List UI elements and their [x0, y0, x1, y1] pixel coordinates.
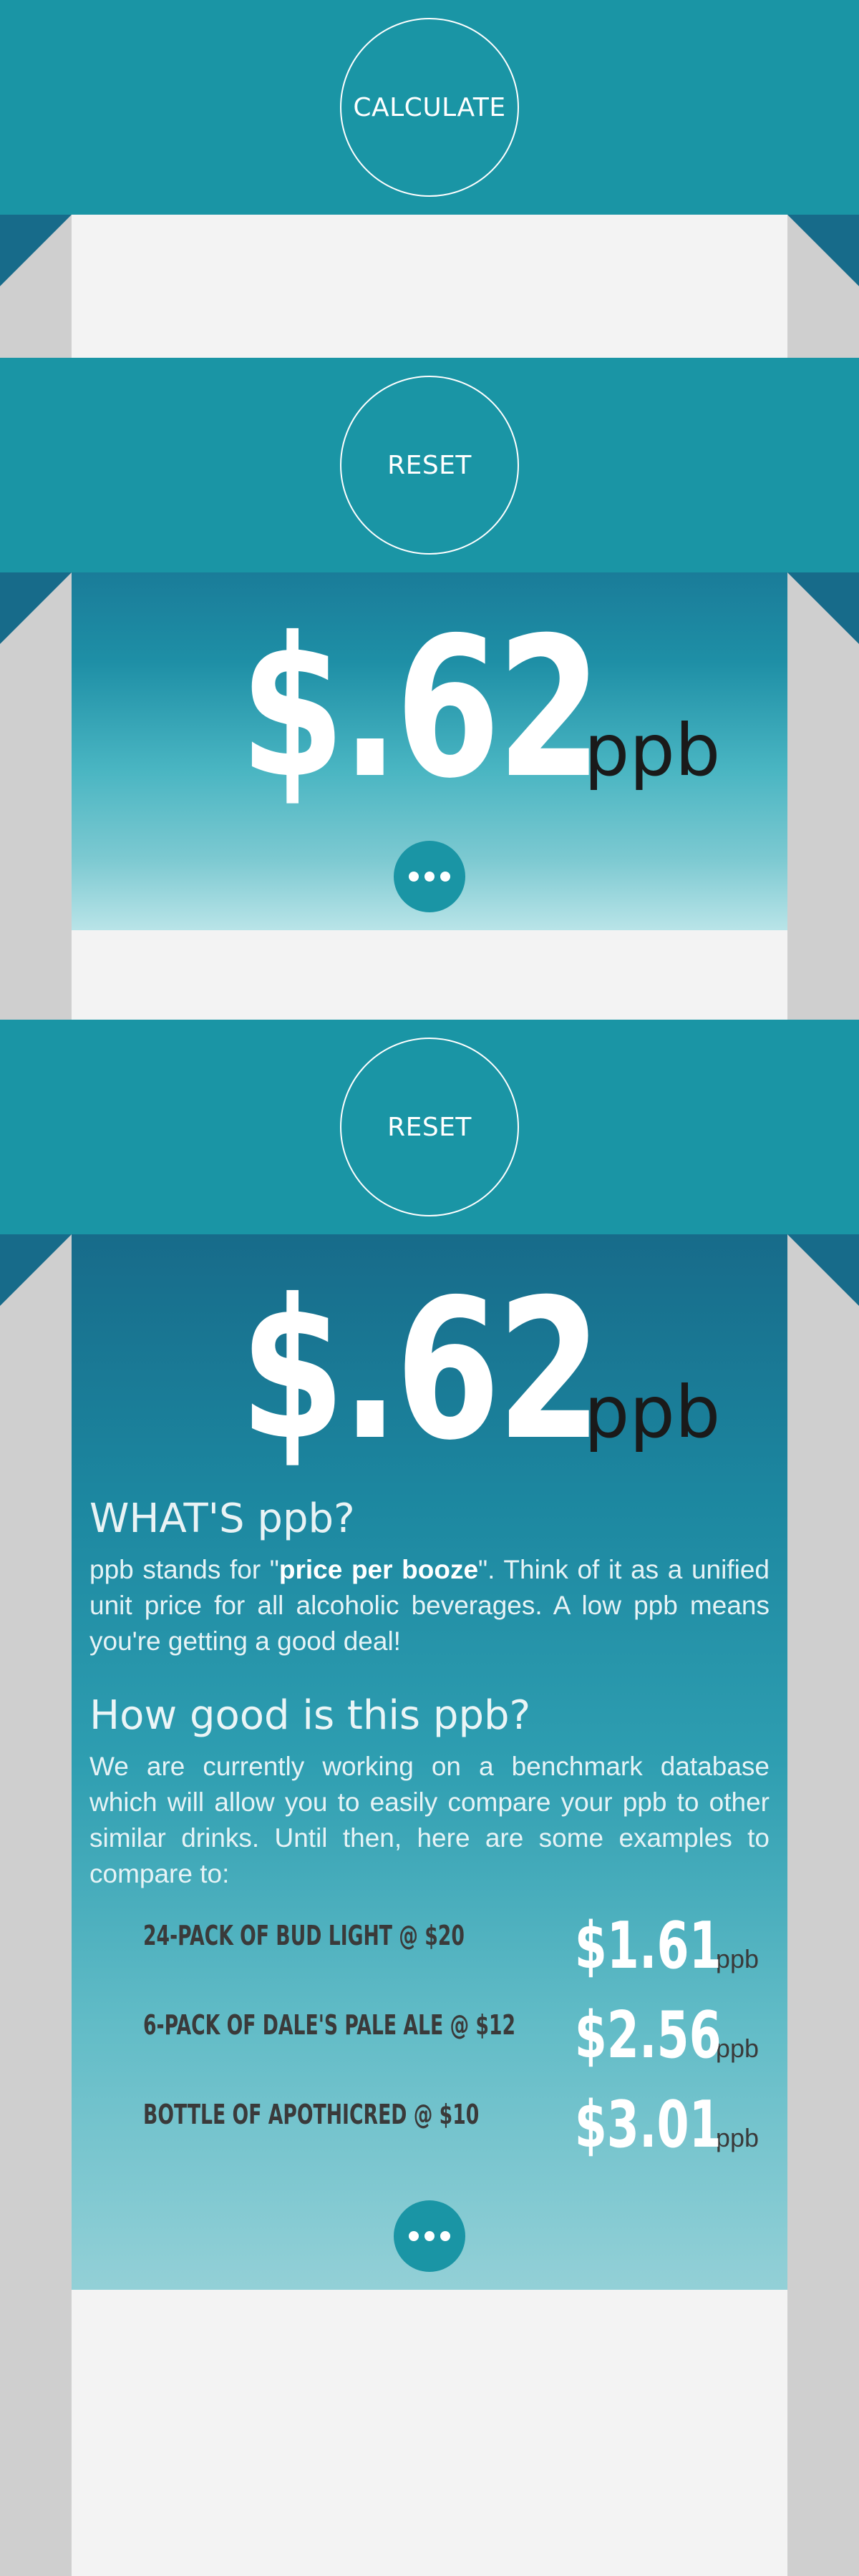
example-label: 6-PACK OF DALE'S PALE ALE @ $12 — [143, 2009, 516, 2041]
how-good-section: How good is this ppb? We are currently w… — [89, 1692, 770, 1892]
whats-ppb-text: ppb stands for "price per booze". Think … — [89, 1555, 770, 1656]
more-button[interactable] — [394, 841, 465, 912]
reset-button[interactable]: RESET — [340, 376, 519, 555]
whats-ppb-section: WHAT'S ppb? ppb stands for "price per bo… — [89, 1496, 770, 1659]
example-label: BOTTLE OF APOTHICRED @ $10 — [143, 2099, 480, 2130]
ellipsis-icon — [409, 2231, 419, 2241]
how-good-heading: How good is this ppb? — [89, 1692, 531, 1739]
example-price: $2.56ppb — [574, 1998, 759, 2073]
result-panel: $.62ppb — [72, 572, 787, 930]
app-page: CALCULATE RESET $.62ppb RESET $.62ppb WH… — [0, 0, 859, 2576]
example-price: $3.01ppb — [574, 2087, 759, 2162]
example-label: 24-PACK OF BUD LIGHT @ $20 — [143, 1920, 465, 1951]
fold-right-decoration — [787, 1234, 859, 1306]
how-good-text: We are currently working on a benchmark … — [89, 1752, 770, 1888]
reset-header-expanded: RESET — [0, 1020, 859, 1234]
examples-list: 24-PACK OF BUD LIGHT @ $20 $1.61ppb 6-PA… — [143, 1914, 759, 2182]
reset-button[interactable]: RESET — [340, 1038, 519, 1216]
more-button[interactable] — [394, 2200, 465, 2272]
fold-left-decoration — [0, 1234, 72, 1306]
example-price: $1.61ppb — [574, 1908, 759, 1984]
example-row: 24-PACK OF BUD LIGHT @ $20 $1.61ppb — [143, 1914, 759, 2004]
whats-ppb-heading: WHAT'S ppb? — [89, 1496, 355, 1542]
ppb-definition: price per booze — [278, 1555, 479, 1584]
reset-header: RESET — [0, 358, 859, 572]
fold-left-decoration — [0, 572, 72, 644]
result-details-panel: $.62ppb WHAT'S ppb? ppb stands for "pric… — [72, 1234, 787, 2290]
example-row: BOTTLE OF APOTHICRED @ $10 $3.01ppb — [143, 2093, 759, 2182]
price-value: $.62 — [239, 595, 602, 821]
result-price: $.62ppb — [72, 1274, 787, 1467]
fold-left-decoration — [0, 215, 72, 286]
example-row: 6-PACK OF DALE'S PALE ALE @ $12 $2.56ppb — [143, 2004, 759, 2093]
fold-right-decoration — [787, 572, 859, 644]
ellipsis-icon — [409, 872, 419, 882]
calculate-button[interactable]: CALCULATE — [340, 18, 519, 197]
price-value: $.62 — [239, 1257, 602, 1483]
calculate-header: CALCULATE — [0, 0, 859, 215]
fold-right-decoration — [787, 215, 859, 286]
price-unit: ppb — [583, 1370, 721, 1454]
price-unit: ppb — [583, 708, 721, 792]
result-price: $.62ppb — [72, 612, 787, 805]
